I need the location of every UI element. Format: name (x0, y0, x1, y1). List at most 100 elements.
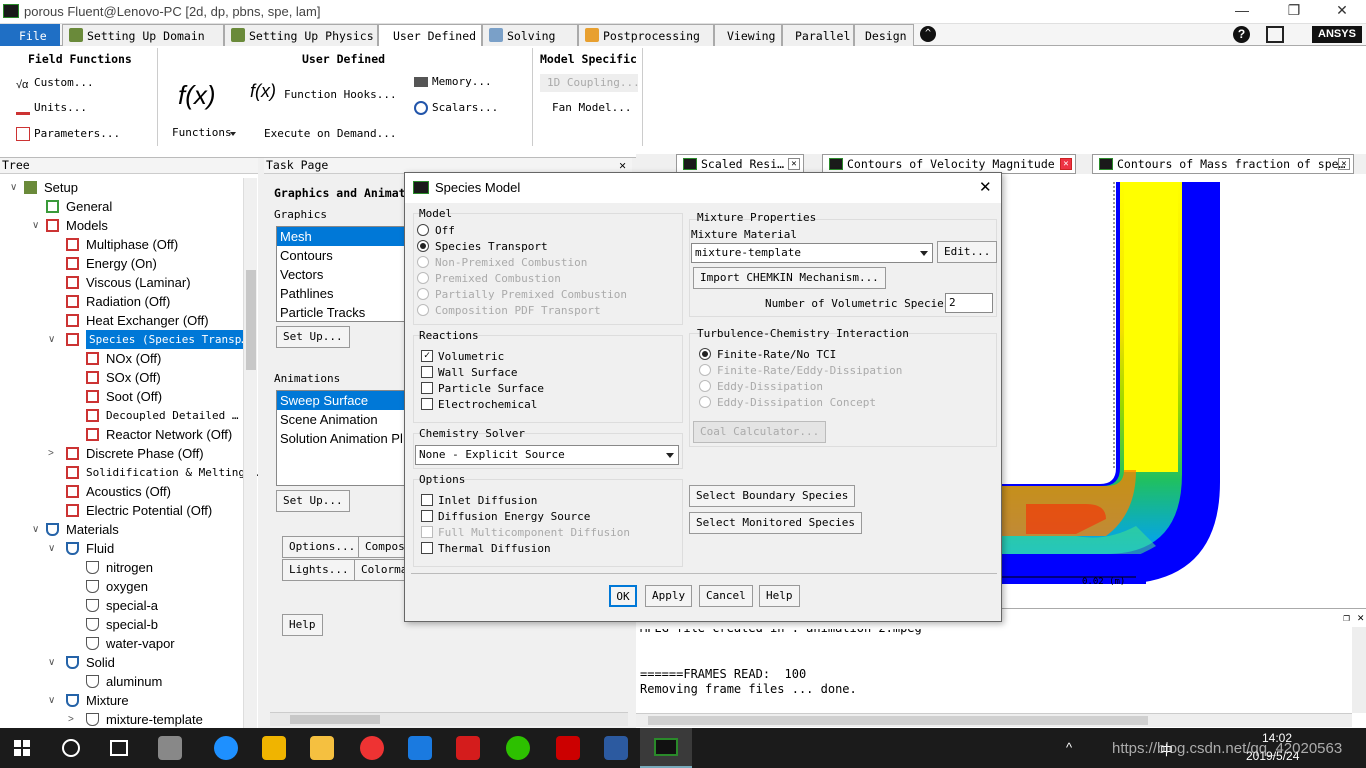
tab-mass-fraction-contours[interactable]: Contours of Mass fraction of spe… ✕ (1092, 154, 1354, 174)
layout-icon[interactable] (1266, 26, 1284, 43)
fan-model-button[interactable]: Fan Model... (540, 99, 631, 117)
units-button[interactable]: Units... (14, 99, 87, 117)
tray-chevron-icon[interactable]: ^ (1066, 740, 1072, 755)
function-hooks-button[interactable]: f(x) Function Hooks... (248, 82, 397, 104)
list-item-mesh[interactable]: Mesh (277, 227, 405, 246)
console-maximize-icon[interactable]: ❐ (1343, 611, 1350, 624)
tab-solving[interactable]: Solving (482, 24, 578, 46)
checkbox-inlet-diffusion[interactable] (421, 494, 433, 506)
tab-postprocessing[interactable]: Postprocessing (578, 24, 714, 46)
tree-scrollbar[interactable] (243, 178, 257, 728)
num-species-input[interactable]: 2 (945, 293, 993, 313)
minimize-button[interactable]: — (1222, 2, 1262, 18)
checkbox-electrochemical[interactable] (421, 398, 433, 410)
console-close-icon[interactable]: ✕ (1357, 611, 1364, 624)
tree-scrollbar-thumb[interactable] (246, 270, 256, 370)
task-view-icon[interactable] (110, 740, 128, 756)
tab-parallel[interactable]: Parallel (782, 24, 854, 46)
console-vscrollbar[interactable] (1352, 627, 1366, 713)
options-button[interactable]: Options... (282, 536, 363, 558)
list-item-pathlines[interactable]: Pathlines (277, 284, 405, 303)
scalars-button[interactable]: Scalars... (412, 99, 498, 117)
graphics-setup-button[interactable]: Set Up... (276, 326, 350, 348)
graphics-list[interactable]: Mesh Contours Vectors Pathlines Particle… (276, 226, 406, 322)
file-explorer-icon[interactable] (310, 736, 334, 760)
parameters-button[interactable]: Parameters... (14, 125, 120, 143)
radio-eddy-dissipation[interactable] (699, 380, 711, 392)
tab-velocity-contours[interactable]: Contours of Velocity Magnitude … ✕ (822, 154, 1076, 174)
1d-coupling-button[interactable]: 1D Coupling... (540, 74, 640, 92)
store-icon[interactable] (262, 736, 286, 760)
list-item-vectors[interactable]: Vectors (277, 265, 405, 284)
task-page-hscrollbar[interactable] (270, 712, 628, 726)
checkbox-particle-surface[interactable] (421, 382, 433, 394)
tab-setting-up-domain[interactable]: Setting Up Domain (62, 24, 224, 46)
notebook-icon[interactable] (604, 736, 628, 760)
radio-non-premixed[interactable] (417, 256, 429, 268)
chemistry-solver-dropdown[interactable]: None - Explicit Source (415, 445, 679, 465)
close-button[interactable]: ✕ (1322, 2, 1362, 19)
apply-button[interactable]: Apply (645, 585, 693, 607)
checkbox-diffusion-energy-source[interactable] (421, 510, 433, 522)
edit-mixture-button[interactable]: Edit... (937, 241, 998, 263)
tab-close-icon[interactable]: ✕ (788, 158, 800, 170)
task-page-close-icon[interactable]: ✕ (619, 158, 626, 173)
help-icon[interactable]: ? (1233, 26, 1250, 43)
ok-button[interactable]: OK (609, 585, 637, 607)
windows-start-icon[interactable] (14, 740, 30, 756)
list-item-particle-tracks[interactable]: Particle Tracks (277, 303, 405, 322)
tab-close-icon[interactable]: ✕ (1338, 158, 1350, 170)
console-hscrollbar[interactable] (636, 713, 1352, 727)
list-item-sweep-surface[interactable]: Sweep Surface (277, 391, 405, 410)
coal-calculator-button[interactable]: Coal Calculator... (693, 421, 827, 443)
edge-icon[interactable] (214, 736, 238, 760)
select-boundary-species-button[interactable]: Select Boundary Species (689, 485, 856, 507)
cancel-button[interactable]: Cancel (699, 585, 753, 607)
radio-partially-premixed[interactable] (417, 288, 429, 300)
functions-button[interactable]: f(x) Functions (170, 70, 236, 146)
execute-on-demand-button[interactable]: Execute on Demand... (244, 125, 396, 143)
fluent-taskbar-button[interactable] (640, 728, 692, 768)
tab-user-defined[interactable]: User Defined (378, 24, 482, 47)
mixture-material-dropdown[interactable]: mixture-template (691, 243, 933, 263)
radio-finite-rate-no-tci[interactable] (699, 348, 711, 360)
acrobat-icon[interactable] (556, 736, 580, 760)
animations-setup-button[interactable]: Set Up... (276, 490, 350, 512)
expand-ribbon-icon[interactable]: ^ (920, 26, 936, 42)
list-item-contours[interactable]: Contours (277, 246, 405, 265)
radio-eddy-dissipation-concept[interactable] (699, 396, 711, 408)
app-icon[interactable] (158, 736, 182, 760)
dialog-help-button[interactable]: Help (759, 585, 800, 607)
checkbox-wall-surface[interactable] (421, 366, 433, 378)
memory-button[interactable]: Memory... (412, 73, 492, 91)
lights-button[interactable]: Lights... (282, 559, 356, 581)
select-monitored-species-button[interactable]: Select Monitored Species (689, 512, 862, 534)
list-item-scene-animation[interactable]: Scene Animation (277, 410, 405, 429)
app-icon[interactable] (408, 736, 432, 760)
list-item-solution-animation[interactable]: Solution Animation Pl (277, 429, 405, 448)
search-icon[interactable] (62, 739, 80, 757)
dictionary-icon[interactable] (456, 736, 480, 760)
import-chemkin-button[interactable]: Import CHEMKIN Mechanism... (693, 267, 886, 289)
chrome-icon[interactable] (360, 736, 384, 760)
custom-button[interactable]: √α Custom... (14, 74, 94, 92)
tab-viewing[interactable]: Viewing (714, 24, 782, 46)
maximize-button[interactable]: ❐ (1274, 2, 1314, 19)
wechat-icon[interactable] (506, 736, 530, 760)
console-hscrollbar-thumb[interactable] (648, 716, 1148, 725)
radio-premixed[interactable] (417, 272, 429, 284)
radio-model-off[interactable] (417, 224, 429, 236)
tab-close-icon[interactable]: ✕ (1060, 158, 1072, 170)
task-help-button[interactable]: Help (282, 614, 323, 636)
radio-composition-pdf[interactable] (417, 304, 429, 316)
checkbox-volumetric[interactable]: ✓ (421, 350, 433, 362)
checkbox-thermal-diffusion[interactable] (421, 542, 433, 554)
radio-species-transport[interactable] (417, 240, 429, 252)
tab-design[interactable]: Design (854, 24, 914, 46)
task-page-hscrollbar-thumb[interactable] (290, 715, 380, 724)
dialog-close-icon[interactable]: ✕ (979, 178, 992, 196)
console-panel[interactable]: ❐ ✕ MPEG file created in : animation-2.m… (636, 608, 1366, 728)
animations-list[interactable]: Sweep Surface Scene Animation Solution A… (276, 390, 406, 486)
tab-setting-up-physics[interactable]: Setting Up Physics (224, 24, 378, 46)
radio-finite-rate-eddy[interactable] (699, 364, 711, 376)
